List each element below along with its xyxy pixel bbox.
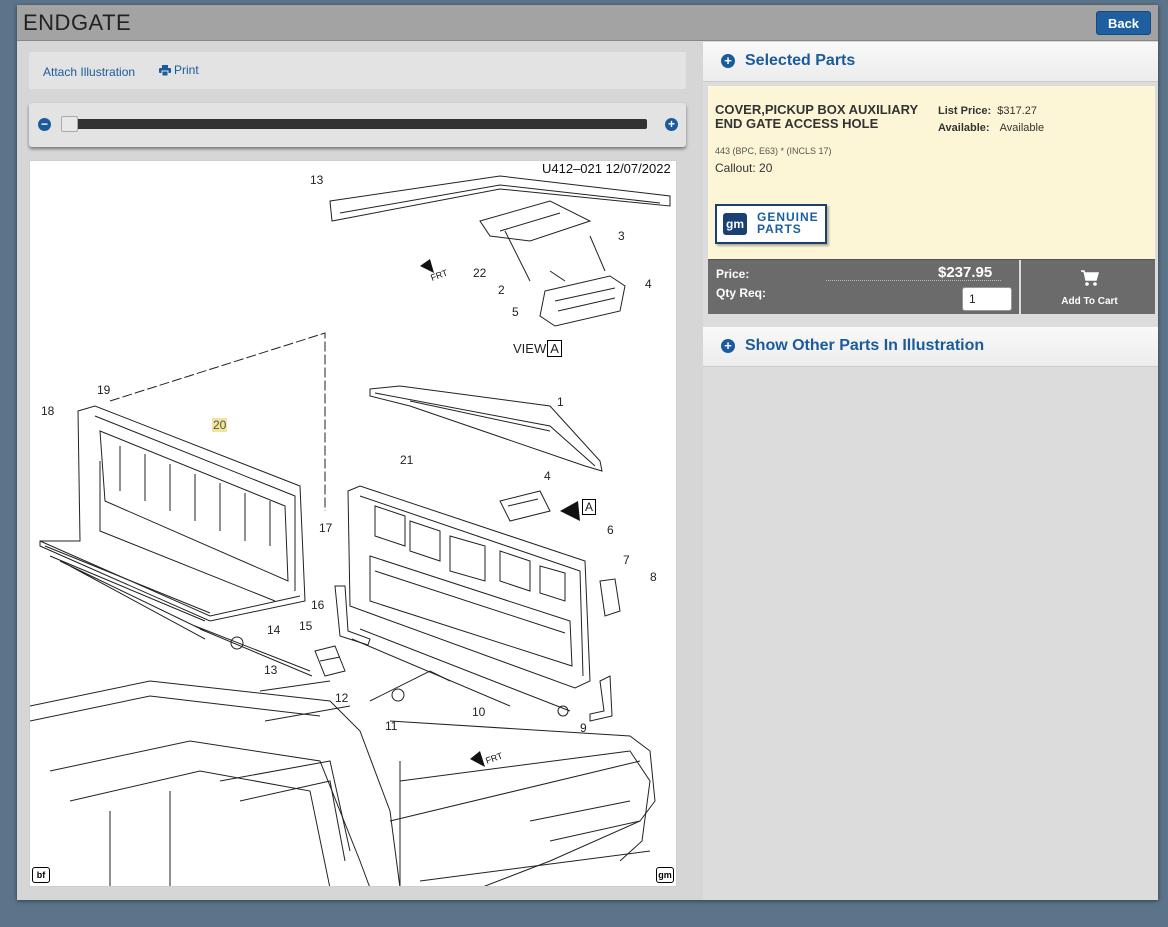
zoom-slider-handle[interactable]	[61, 116, 78, 132]
selected-parts-title: Selected Parts	[745, 52, 856, 69]
other-parts-title: Show Other Parts In Illustration	[745, 337, 985, 354]
gm-logo-icon: gm	[723, 213, 747, 235]
genuine-parts-text: GENUINE PARTS	[757, 211, 819, 235]
gm-corner-logo: gm	[656, 867, 674, 883]
print-label: Print	[174, 63, 199, 77]
callout-17[interactable]: 17	[319, 521, 332, 535]
part-callout: Callout: 20	[715, 161, 773, 175]
back-button[interactable]: Back	[1096, 11, 1151, 35]
callout-16[interactable]: 16	[311, 598, 324, 612]
callout-22[interactable]: 22	[473, 266, 486, 280]
callout-8[interactable]: 8	[650, 570, 657, 584]
title-bar: ENDGATE Back	[17, 5, 1158, 41]
available-label: Available:	[938, 122, 990, 134]
genuine-parts-badge: gm GENUINE PARTS	[715, 204, 827, 244]
availability-row: Available: Available	[938, 122, 1044, 134]
list-price-row: List Price: $317.27	[938, 105, 1037, 117]
zoom-bar: − +	[29, 103, 686, 147]
frt-label-bottom: FRT	[484, 750, 504, 765]
callout-4-view[interactable]: 4	[645, 277, 652, 291]
view-a-label: VIEW A	[513, 340, 562, 357]
available-value: Available	[999, 122, 1045, 134]
zoom-out-button[interactable]: −	[38, 118, 51, 131]
badge-line-2: PARTS	[757, 222, 802, 236]
cart-icon	[1081, 270, 1099, 286]
callout-4[interactable]: 4	[544, 469, 551, 483]
zoom-in-button[interactable]: +	[665, 118, 678, 131]
attach-illustration-link[interactable]: Attach Illustration	[43, 65, 135, 79]
other-parts-header[interactable]: + Show Other Parts In Illustration	[703, 327, 1158, 367]
print-link[interactable]: Print	[159, 63, 199, 77]
cart-divider	[1019, 260, 1021, 315]
corner-tag-left: bf	[32, 867, 50, 883]
callout-20[interactable]: 20	[212, 418, 228, 432]
view-a-arrow-letter: A	[582, 499, 597, 515]
callout-11[interactable]: 11	[385, 719, 397, 733]
view-label-text: VIEW	[513, 341, 547, 356]
zoom-slider-track[interactable]	[61, 119, 647, 129]
expand-plus-icon: +	[721, 339, 735, 353]
page-title: ENDGATE	[23, 10, 132, 35]
callout-13-lower[interactable]: 13	[264, 663, 277, 677]
parts-illustration[interactable]: U412–021 12/07/2022 FRT FRT VIEW A A 13 …	[29, 160, 677, 887]
callout-10[interactable]: 10	[472, 705, 485, 719]
printer-icon	[159, 64, 171, 76]
main-window: ENDGATE Back Attach Illustration Print −…	[17, 5, 1158, 900]
callout-14[interactable]: 14	[267, 623, 280, 637]
price-label: Price:	[716, 267, 750, 281]
price-value: $237.95	[938, 264, 993, 281]
callout-7[interactable]: 7	[623, 553, 630, 567]
add-to-cart-button[interactable]: Add To Cart	[1024, 260, 1155, 315]
callout-15[interactable]: 15	[299, 619, 312, 633]
callout-6[interactable]: 6	[607, 523, 614, 537]
illustration-pane: Attach Illustration Print − + U412–021 1…	[17, 42, 699, 900]
callout-3[interactable]: 3	[618, 229, 625, 243]
part-options: 443 (BPC, E63) * (INCLS 17)	[715, 146, 832, 156]
callout-13[interactable]: 13	[310, 173, 323, 187]
callout-9[interactable]: 9	[580, 721, 587, 735]
qty-input[interactable]: 1	[962, 287, 1012, 311]
callout-5[interactable]: 5	[512, 305, 519, 319]
price-bar: Price: $237.95 Qty Req: 1 Add To Cart	[708, 259, 1155, 315]
qty-label: Qty Req:	[716, 286, 767, 300]
illustration-toolbar: Attach Illustration Print	[29, 52, 686, 89]
callout-12[interactable]: 12	[335, 691, 348, 705]
selected-parts-header[interactable]: + Selected Parts	[703, 42, 1158, 82]
list-price-label: List Price:	[938, 105, 992, 117]
callout-21[interactable]: 21	[400, 453, 413, 467]
add-to-cart-label: Add To Cart	[1061, 296, 1118, 307]
callout-1[interactable]: 1	[557, 395, 564, 409]
callout-18[interactable]: 18	[41, 404, 54, 418]
view-letter-box: A	[547, 340, 562, 357]
callout-2[interactable]: 2	[498, 283, 505, 297]
list-price-value: $317.27	[997, 105, 1038, 117]
parts-pane: + Selected Parts COVER,PICKUP BOX AUXILI…	[703, 42, 1158, 900]
callout-19[interactable]: 19	[97, 383, 110, 397]
exploded-view-drawing: FRT FRT	[30, 175, 671, 886]
selected-part-card: COVER,PICKUP BOX AUXILIARY END GATE ACCE…	[708, 86, 1155, 259]
expand-plus-icon: +	[721, 54, 735, 68]
part-name: COVER,PICKUP BOX AUXILIARY END GATE ACCE…	[715, 102, 918, 131]
